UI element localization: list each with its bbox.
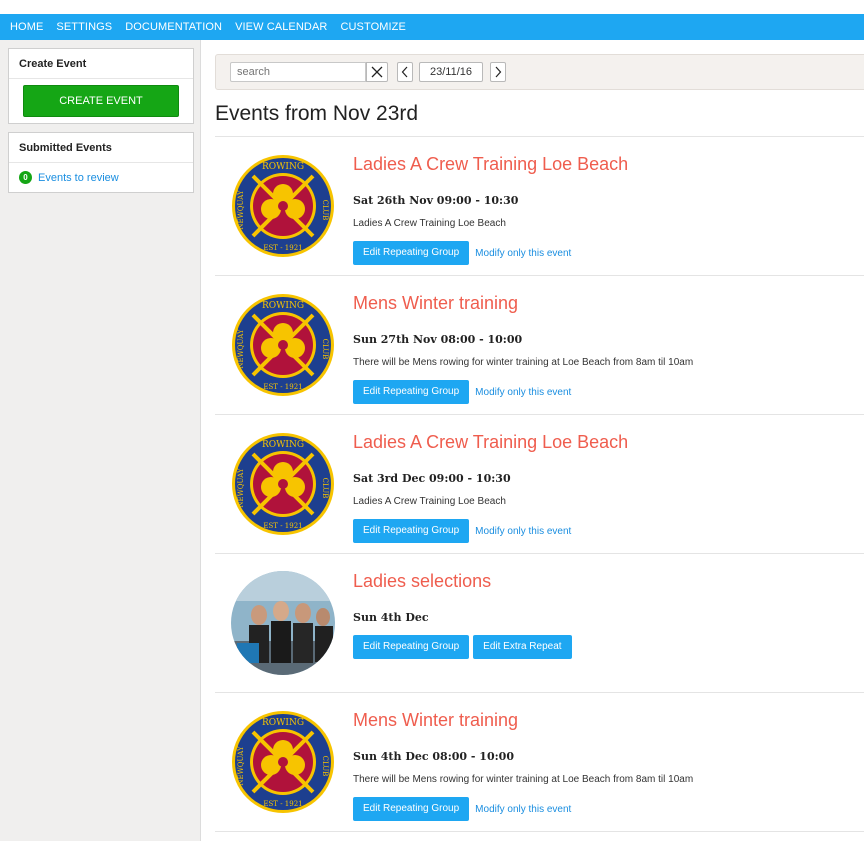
modify-only-this-event-link[interactable]: Modify only this event (475, 804, 571, 815)
next-date-button[interactable] (490, 62, 506, 82)
event-item: Mens Winter training Sun 27th Nov 08:00 … (215, 276, 864, 414)
event-item: Ladies selections Sun 4th Dec Edit Repea… (215, 554, 864, 692)
event-title[interactable]: Ladies A Crew Training Loe Beach (353, 432, 628, 453)
club-logo-image (231, 432, 335, 536)
event-title[interactable]: Ladies A Crew Training Loe Beach (353, 154, 628, 175)
create-event-panel: Create Event CREATE EVENT (8, 48, 194, 124)
modify-only-this-event-link[interactable]: Modify only this event (475, 248, 571, 259)
edit-repeating-group-button[interactable]: Edit Repeating Group (353, 380, 470, 404)
top-navbar: HOME SETTINGS DOCUMENTATION VIEW CALENDA… (0, 14, 864, 40)
date-toolbar: 23/11/16 (215, 54, 864, 90)
club-logo-image (231, 154, 335, 258)
event-item: Mens Winter training Sun 4th Dec 08:00 -… (215, 693, 864, 831)
create-event-panel-title: Create Event (9, 49, 193, 79)
event-date: Sun 4th Dec 08:00 - 10:00 (353, 750, 514, 763)
date-picker-field[interactable]: 23/11/16 (419, 62, 483, 82)
event-description: There will be Mens rowing for winter tra… (353, 774, 694, 785)
modify-only-this-event-link[interactable]: Modify only this event (475, 526, 571, 537)
edit-extra-repeat-button[interactable]: Edit Extra Repeat (473, 635, 572, 659)
page-title: Events from Nov 23rd (215, 102, 419, 125)
nav-home[interactable]: HOME (10, 21, 43, 33)
nav-customize[interactable]: CUSTOMIZE (340, 21, 405, 33)
chevron-right-icon (495, 66, 502, 78)
event-description: Ladies A Crew Training Loe Beach (353, 218, 506, 229)
events-to-review-label: Events to review (38, 171, 119, 184)
event-date: Sun 27th Nov 08:00 - 10:00 (353, 333, 523, 346)
submitted-events-panel-title: Submitted Events (9, 133, 193, 163)
edit-repeating-group-button[interactable]: Edit Repeating Group (353, 519, 470, 543)
edit-repeating-group-button[interactable]: Edit Repeating Group (353, 797, 470, 821)
event-date: Sun 4th Dec (353, 611, 429, 624)
event-actions: Edit Repeating Group Edit Extra Repeat (353, 635, 576, 659)
create-event-button[interactable]: CREATE EVENT (23, 85, 179, 117)
close-icon (371, 66, 383, 78)
event-date: Sat 26th Nov 09:00 - 10:30 (353, 194, 519, 207)
review-count-badge: 0 (19, 171, 32, 184)
sidebar: Create Event CREATE EVENT Submitted Even… (0, 40, 201, 841)
event-date: Sat 3rd Dec 09:00 - 10:30 (353, 472, 511, 485)
event-item: Ladies A Crew Training Loe Beach Sat 3rd… (215, 415, 864, 553)
event-actions: Edit Repeating Group Modify only this ev… (353, 797, 571, 821)
event-actions: Edit Repeating Group Modify only this ev… (353, 380, 571, 404)
event-description: There will be Mens rowing for winter tra… (353, 357, 694, 368)
chevron-left-icon (401, 66, 408, 78)
group-photo-image (231, 571, 335, 675)
submitted-events-panel: Submitted Events 0 Events to review (8, 132, 194, 193)
prev-date-button[interactable] (397, 62, 413, 82)
nav-settings[interactable]: SETTINGS (56, 21, 112, 33)
modify-only-this-event-link[interactable]: Modify only this event (475, 387, 571, 398)
club-logo-image (231, 293, 335, 397)
nav-menu: HOME SETTINGS DOCUMENTATION VIEW CALENDA… (0, 14, 864, 40)
nav-view-calendar[interactable]: VIEW CALENDAR (235, 21, 327, 33)
club-logo-image (231, 710, 335, 814)
event-actions: Edit Repeating Group Modify only this ev… (353, 241, 571, 265)
nav-documentation[interactable]: DOCUMENTATION (125, 21, 222, 33)
event-title[interactable]: Ladies selections (353, 571, 491, 592)
events-to-review-link[interactable]: 0 Events to review (15, 169, 187, 186)
event-title[interactable]: Mens Winter training (353, 293, 518, 314)
edit-repeating-group-button[interactable]: Edit Repeating Group (353, 635, 470, 659)
edit-repeating-group-button[interactable]: Edit Repeating Group (353, 241, 470, 265)
event-item: Ladies A Crew Training Loe Beach Sat 26t… (215, 137, 864, 275)
clear-search-button[interactable] (366, 62, 388, 82)
divider (215, 831, 864, 832)
search-input[interactable] (230, 62, 366, 82)
main-content: 23/11/16 Events from Nov 23rd Ladies A C… (201, 40, 864, 841)
event-title[interactable]: Mens Winter training (353, 710, 518, 731)
event-description: Ladies A Crew Training Loe Beach (353, 496, 506, 507)
event-actions: Edit Repeating Group Modify only this ev… (353, 519, 571, 543)
